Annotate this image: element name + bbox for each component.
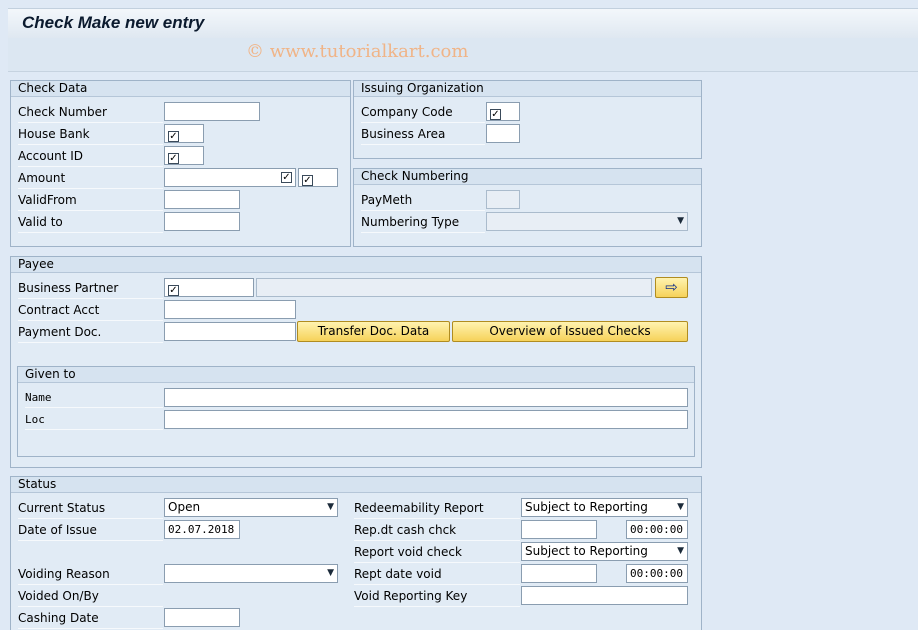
business-partner-input[interactable]: ✓ [164, 278, 254, 297]
chevron-down-icon: ▼ [327, 568, 334, 578]
date-of-issue-input[interactable]: 02.07.2018 [164, 520, 240, 539]
check-data-title: Check Data [11, 81, 350, 97]
amount-input[interactable]: ✓ [164, 168, 296, 187]
loc-input[interactable] [164, 410, 688, 429]
business-partner-label: Business Partner [18, 278, 163, 299]
overview-issued-checks-button[interactable]: Overview of Issued Checks [452, 321, 688, 342]
current-status-value: Open [168, 500, 201, 514]
valid-from-input[interactable] [164, 190, 240, 209]
cashing-date-label: Cashing Date [18, 608, 163, 629]
required-checkbox-icon: ✓ [168, 285, 179, 296]
navigate-arrow-button[interactable]: ⇨ [655, 277, 688, 298]
report-void-check-select[interactable]: Subject to Reporting ▼ [521, 542, 688, 561]
rep-dt-cash-chck-time-input[interactable]: 00:00:00 [626, 520, 688, 539]
void-reporting-key-input[interactable] [521, 586, 688, 605]
account-id-input[interactable]: ✓ [164, 146, 204, 165]
required-checkbox-icon: ✓ [302, 175, 313, 186]
redeemability-report-label: Redeemability Report [354, 498, 520, 519]
paymeth-label: PayMeth [361, 190, 485, 211]
company-code-label: Company Code [361, 102, 485, 123]
business-partner-name-display [256, 278, 652, 297]
voiding-reason-select[interactable]: ▼ [164, 564, 338, 583]
chevron-down-icon: ▼ [327, 502, 334, 512]
check-numbering-title: Check Numbering [354, 169, 701, 185]
arrow-right-icon: ⇨ [665, 278, 678, 296]
chevron-down-icon: ▼ [677, 546, 684, 556]
watermark: © www.tutorialkart.com [246, 41, 469, 62]
numbering-type-label: Numbering Type [361, 212, 485, 233]
transfer-doc-data-button[interactable]: Transfer Doc. Data [297, 321, 450, 342]
house-bank-label: House Bank [18, 124, 163, 145]
required-checkbox-icon: ✓ [490, 109, 501, 120]
chevron-down-icon: ▼ [677, 502, 684, 512]
payment-doc-label: Payment Doc. [18, 322, 163, 343]
current-status-select[interactable]: Open ▼ [164, 498, 338, 517]
rep-dt-cash-chck-label: Rep.dt cash chck [354, 520, 520, 541]
house-bank-input[interactable]: ✓ [164, 124, 204, 143]
issuing-organization-title: Issuing Organization [354, 81, 701, 97]
current-status-label: Current Status [18, 498, 163, 519]
account-id-label: Account ID [18, 146, 163, 167]
valid-to-input[interactable] [164, 212, 240, 231]
page-title: Check Make new entry [22, 13, 205, 32]
required-checkbox-icon: ✓ [281, 172, 292, 183]
payee-title: Payee [11, 257, 701, 273]
rept-date-void-date-input[interactable] [521, 564, 597, 583]
voiding-reason-label: Voiding Reason [18, 564, 163, 585]
valid-from-label: ValidFrom [18, 190, 163, 211]
report-void-check-label: Report void check [354, 542, 520, 563]
chevron-down-icon: ▼ [677, 216, 684, 226]
title-bar: Check Make new entry [8, 8, 918, 38]
paymeth-input[interactable] [486, 190, 520, 209]
contract-acct-input[interactable] [164, 300, 296, 319]
redeemability-report-select[interactable]: Subject to Reporting ▼ [521, 498, 688, 517]
name-input[interactable] [164, 388, 688, 407]
currency-input[interactable]: ✓ [298, 168, 338, 187]
name-label: Name [25, 387, 163, 408]
voided-on-by-label: Voided On/By [18, 586, 163, 607]
payment-doc-input[interactable] [164, 322, 296, 341]
rept-date-void-label: Rept date void [354, 564, 520, 585]
check-number-label: Check Number [18, 102, 163, 123]
amount-label: Amount [18, 168, 163, 189]
rep-dt-cash-chck-date-input[interactable] [521, 520, 597, 539]
cashing-date-input[interactable] [164, 608, 240, 627]
business-area-label: Business Area [361, 124, 485, 145]
business-area-input[interactable] [486, 124, 520, 143]
rept-date-void-time-input[interactable]: 00:00:00 [626, 564, 688, 583]
report-void-check-value: Subject to Reporting [525, 544, 648, 558]
valid-to-label: Valid to [18, 212, 163, 233]
redeemability-report-value: Subject to Reporting [525, 500, 648, 514]
contract-acct-label: Contract Acct [18, 300, 163, 321]
given-to-title: Given to [18, 367, 694, 383]
required-checkbox-icon: ✓ [168, 131, 179, 142]
company-code-input[interactable]: ✓ [486, 102, 520, 121]
date-of-issue-label: Date of Issue [18, 520, 163, 541]
required-checkbox-icon: ✓ [168, 153, 179, 164]
check-number-input[interactable] [164, 102, 260, 121]
loc-label: Loc [25, 409, 163, 430]
numbering-type-select[interactable]: ▼ [486, 212, 688, 231]
status-title: Status [11, 477, 701, 493]
void-reporting-key-label: Void Reporting Key [354, 586, 520, 607]
